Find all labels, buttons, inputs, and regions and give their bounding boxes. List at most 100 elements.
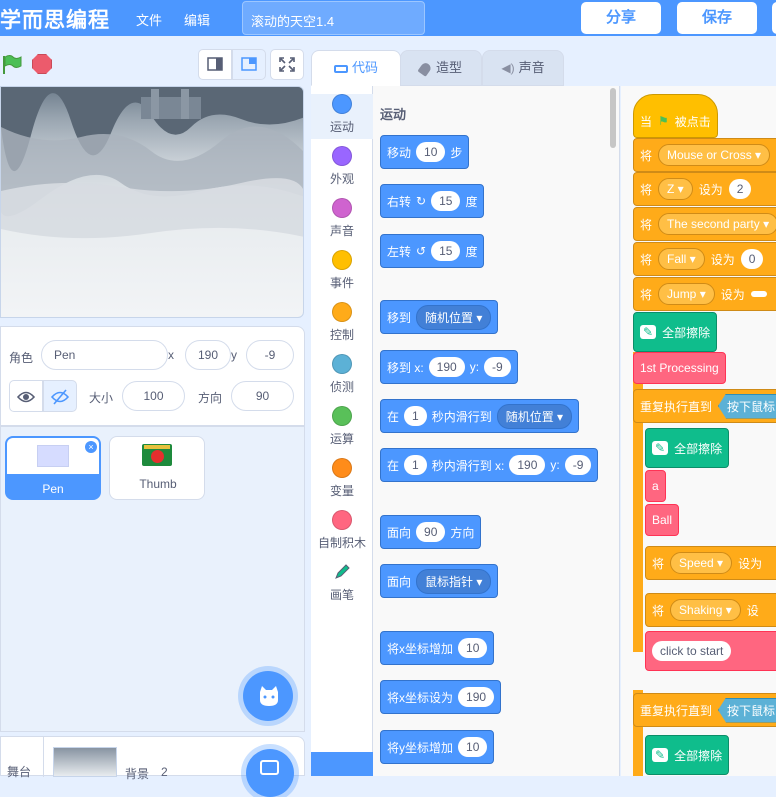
block-point-direction[interactable]: 面向 90 方向 bbox=[380, 515, 482, 549]
pen-icon: ✎ bbox=[652, 748, 669, 762]
repeat-until-block[interactable]: 重复执行直到 按下鼠标 bbox=[633, 693, 776, 727]
account-button[interactable] bbox=[772, 2, 776, 34]
block-change-y[interactable]: 将y坐标增加 10 bbox=[380, 730, 495, 764]
category-sound[interactable]: 声音 bbox=[311, 198, 373, 239]
sprite-list: × Pen Thumb bbox=[0, 426, 305, 732]
custom-block-call[interactable]: Ball bbox=[645, 504, 680, 536]
direction-label: 方向 bbox=[198, 391, 223, 405]
menu-edit[interactable]: 编辑 bbox=[184, 10, 210, 29]
block-goto[interactable]: 移到 随机位置 ▾ bbox=[380, 300, 499, 334]
extension-button[interactable] bbox=[311, 752, 373, 776]
image-add-icon bbox=[260, 760, 279, 775]
palette-heading: 运动 bbox=[380, 107, 407, 122]
block-glide[interactable]: 在 1 秒内滑行到 随机位置 ▾ bbox=[380, 399, 580, 433]
direction-input[interactable]: 90 bbox=[231, 381, 294, 411]
tab-sounds[interactable]: ◀) 声音 bbox=[482, 50, 564, 86]
pen-clear-block[interactable]: ✎ 全部擦除 bbox=[633, 312, 718, 352]
category-operators[interactable]: 运算 bbox=[311, 406, 373, 447]
sprite-name-label: 角色 bbox=[9, 351, 34, 365]
green-flag-icon: ⚑ bbox=[658, 114, 669, 128]
menu-file[interactable]: 文件 bbox=[136, 10, 162, 29]
show-sprite-button[interactable] bbox=[9, 380, 43, 412]
save-button[interactable]: 保存 bbox=[677, 2, 757, 34]
rotate-right-icon: ↻ bbox=[416, 194, 427, 208]
category-motion[interactable]: 运动 bbox=[311, 94, 373, 139]
block-turn-left[interactable]: 左转 ↺ 15 度 bbox=[380, 234, 485, 268]
custom-block-call[interactable]: click to start bbox=[645, 631, 776, 671]
category-looks[interactable]: 外观 bbox=[311, 146, 373, 187]
add-backdrop-button[interactable] bbox=[246, 749, 294, 797]
set-var-block[interactable]: 将Z ▾ 设为 2 bbox=[633, 172, 776, 206]
fullscreen-icon[interactable] bbox=[270, 49, 304, 80]
pen-clear-block[interactable]: ✎ 全部擦除 bbox=[645, 735, 730, 775]
block-palette: 运动 移动 10 步 右转 ↻ 15 度 左转 ↺ 15 度 移到 随机位置 ▾ 移到 x: 190… bbox=[373, 86, 620, 776]
project-title-input[interactable]: 滚动的天空1.4 bbox=[242, 1, 425, 35]
stage-backdrop-image bbox=[1, 87, 303, 239]
stage-canvas[interactable] bbox=[0, 86, 304, 318]
when-flag-clicked-block[interactable]: 当 ⚑ 被点击 bbox=[633, 94, 718, 138]
pen-clear-block[interactable]: ✎ 全部擦除 bbox=[645, 428, 730, 468]
backdrop-label: 背景 bbox=[125, 767, 150, 781]
set-var-block[interactable]: 将 Shaking ▾ 设 bbox=[645, 593, 776, 627]
tab-costumes-label: 造型 bbox=[435, 60, 462, 75]
delete-sprite-icon[interactable]: × bbox=[85, 441, 97, 453]
block-set-x[interactable]: 将x坐标设为 190 bbox=[380, 680, 502, 714]
size-input[interactable]: 100 bbox=[122, 381, 185, 411]
x-input[interactable]: 190 bbox=[185, 340, 231, 370]
block-move-steps[interactable]: 移动 10 步 bbox=[380, 135, 470, 169]
backdrop-thumbnail bbox=[53, 747, 117, 777]
logo: 学而思编程 bbox=[0, 9, 110, 32]
category-my-blocks[interactable]: 自制积木 bbox=[311, 510, 373, 551]
sprite-tile-thumb[interactable]: Thumb bbox=[109, 436, 205, 500]
script-area[interactable]: 当 ⚑ 被点击 将 Mouse or Cross ▾ 将Z ▾ 设为 2 将 The sec… bbox=[621, 86, 776, 776]
category-variables[interactable]: 变量 bbox=[311, 458, 373, 499]
small-stage-button[interactable] bbox=[198, 49, 232, 80]
green-flag-icon[interactable] bbox=[0, 54, 22, 79]
category-pen[interactable]: 画笔 bbox=[311, 562, 373, 603]
repeat-until-block[interactable]: 重复执行直到 按下鼠标 bbox=[633, 389, 776, 423]
category-menu: 运动 外观 声音 事件 控制 侦测 运算 变量 自制积木 画笔 bbox=[311, 86, 373, 776]
y-label: y bbox=[231, 348, 237, 362]
set-var-block[interactable]: 将 Jump ▾ 设为 bbox=[633, 277, 776, 311]
block-glide-xy[interactable]: 在 1 秒内滑行到 x: 190 y: -9 bbox=[380, 448, 599, 482]
custom-block-call[interactable]: a bbox=[645, 470, 666, 502]
steps-input[interactable]: 10 bbox=[416, 142, 446, 162]
goto-dropdown[interactable]: 随机位置 ▾ bbox=[416, 304, 492, 330]
hide-sprite-button[interactable] bbox=[43, 380, 77, 412]
pen-icon: ✎ bbox=[640, 325, 657, 339]
sprite-info-panel: 角色 Pen x 190 y -9 大小 100 方向 90 bbox=[0, 326, 305, 426]
category-events[interactable]: 事件 bbox=[311, 250, 373, 291]
add-sprite-button[interactable] bbox=[243, 671, 293, 721]
stop-icon[interactable] bbox=[32, 54, 52, 74]
set-var-block[interactable]: 将 The second party ▾ bbox=[633, 207, 776, 241]
category-control[interactable]: 控制 bbox=[311, 302, 373, 343]
sprite-tile-pen[interactable]: × Pen bbox=[5, 436, 101, 500]
share-button[interactable]: 分享 bbox=[581, 2, 661, 34]
x-label: x bbox=[168, 348, 174, 362]
normal-stage-button[interactable] bbox=[232, 49, 266, 80]
speaker-icon: ◀) bbox=[501, 61, 515, 75]
block-point-towards[interactable]: 面向 鼠标指针 ▾ bbox=[380, 564, 499, 598]
sprite-name-input[interactable]: Pen bbox=[41, 340, 168, 370]
set-var-block[interactable]: 将 Fall ▾ 设为 0 bbox=[633, 242, 776, 276]
backdrop-count: 2 bbox=[161, 765, 168, 779]
eye-slash-icon bbox=[50, 389, 70, 405]
sprite-tile-label: Thumb bbox=[139, 477, 177, 491]
tab-costumes[interactable]: 造型 bbox=[400, 50, 482, 86]
set-var-block[interactable]: 将 Mouse or Cross ▾ bbox=[633, 138, 776, 172]
brush-icon bbox=[417, 60, 433, 77]
stage-target-panel[interactable]: 舞台 背景 2 bbox=[0, 736, 305, 797]
y-input[interactable]: -9 bbox=[246, 340, 294, 370]
tab-code-label: 代码 bbox=[351, 60, 378, 75]
size-label: 大小 bbox=[89, 391, 114, 405]
tab-code[interactable]: 代码 bbox=[311, 50, 401, 86]
block-turn-right[interactable]: 右转 ↻ 15 度 bbox=[380, 184, 485, 218]
palette-scrollbar[interactable] bbox=[610, 88, 616, 148]
block-change-x[interactable]: 将x坐标增加 10 bbox=[380, 631, 495, 665]
menu-bar: 学而思编程 文件 编辑 滚动的天空1.4 分享 保存 bbox=[0, 0, 776, 36]
set-var-block[interactable]: 将 Speed ▾ 设为 bbox=[645, 546, 776, 580]
block-goto-xy[interactable]: 移到 x: 190 y: -9 bbox=[380, 350, 518, 384]
eye-icon bbox=[16, 391, 36, 403]
custom-block-call[interactable]: 1st Processing bbox=[633, 352, 726, 384]
category-sensing[interactable]: 侦测 bbox=[311, 354, 373, 395]
